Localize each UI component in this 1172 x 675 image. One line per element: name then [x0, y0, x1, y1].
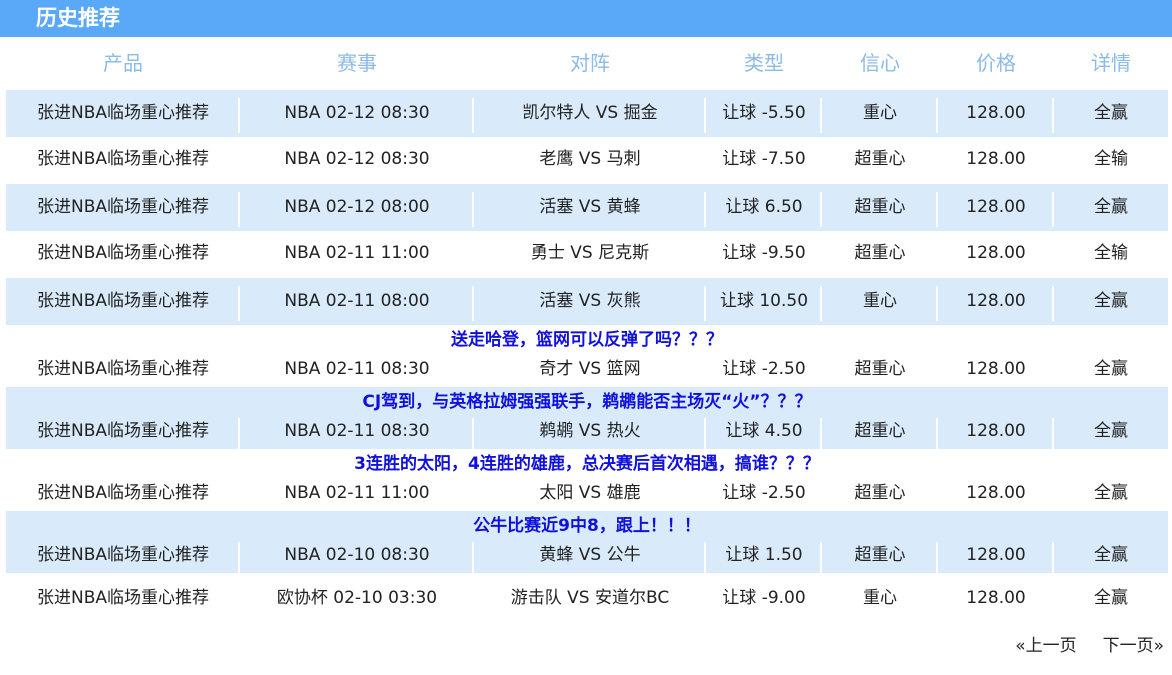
confidence-cell: 超重心 [822, 184, 938, 231]
event-cell: NBA 02-11 08:00 [240, 278, 474, 325]
confidence-cell: 超重心 [854, 243, 906, 263]
type-cell: 让球 -7.50 [722, 149, 806, 169]
confidence-cell: 超重心 [854, 359, 906, 379]
product-cell[interactable]: 张进NBA临场重心推荐 [6, 538, 240, 573]
confidence-cell: 超重心 [854, 149, 906, 169]
table-row-with-note[interactable]: 3连胜的太阳，4连胜的雄鹿，总决赛后首次相遇，搞谁？？？ 张进NBA临场重心推荐… [6, 449, 1168, 511]
type-cell: 让球 -2.50 [722, 483, 806, 503]
match-cell: 太阳 VS 雄鹿 [539, 483, 641, 503]
confidence-cell: 重心 [822, 278, 938, 325]
column-header-detail: 详情 [1091, 51, 1131, 75]
confidence-cell: 超重心 [822, 538, 938, 573]
product-cell[interactable]: 张进NBA临场重心推荐 [6, 90, 240, 137]
pagination: «上一页 下一页» [1015, 631, 1164, 656]
confidence-cell: 超重心 [854, 483, 906, 503]
price-cell: 128.00 [966, 588, 1026, 608]
product-cell[interactable]: 张进NBA临场重心推荐 [6, 278, 240, 325]
type-cell: 让球 4.50 [706, 414, 822, 449]
detail-cell[interactable]: 全赢 [1054, 352, 1168, 387]
detail-cell[interactable]: 全输 [1054, 137, 1168, 184]
product-cell[interactable]: 张进NBA临场重心推荐 [6, 231, 240, 278]
type-cell: 让球 -5.50 [706, 90, 822, 137]
event-cell: NBA 02-12 08:30 [284, 149, 430, 169]
price-cell: 128.00 [938, 278, 1054, 325]
confidence-cell: 超重心 [822, 414, 938, 449]
event-cell: 欧协杯 02-10 03:30 [276, 588, 438, 608]
table-row[interactable]: 张进NBA临场重心推荐 欧协杯 02-10 03:30 游击队 VS 安道尔BC… [6, 573, 1168, 623]
table-row-with-note[interactable]: 公牛比赛近9中8，跟上！！！ 张进NBA临场重心推荐 NBA 02-10 08:… [6, 511, 1168, 573]
type-cell: 让球 -9.00 [722, 588, 806, 608]
price-cell: 128.00 [938, 414, 1054, 449]
match-cell: 黄蜂 VS 公牛 [474, 538, 706, 573]
recommendation-note[interactable]: 公牛比赛近9中8，跟上！！！ [6, 514, 1168, 538]
table-row-with-note[interactable]: 送走哈登，篮网可以反弹了吗？？？ 张进NBA临场重心推荐 NBA 02-11 0… [6, 325, 1168, 387]
event-cell: NBA 02-11 08:30 [240, 414, 474, 449]
prev-page-link[interactable]: «上一页 [1015, 636, 1076, 656]
recommendation-note[interactable]: 3连胜的太阳，4连胜的雄鹿，总决赛后首次相遇，搞谁？？？ [6, 452, 1168, 476]
next-page-link[interactable]: 下一页» [1103, 636, 1164, 656]
type-cell: 让球 -2.50 [722, 359, 806, 379]
type-cell: 让球 -9.50 [722, 243, 806, 263]
page-header: 历史推荐 [0, 0, 1172, 37]
price-cell: 128.00 [966, 149, 1026, 169]
product-cell[interactable]: 张进NBA临场重心推荐 [6, 573, 240, 623]
price-cell: 128.00 [966, 483, 1026, 503]
match-cell: 老鹰 VS 马刺 [539, 149, 641, 169]
detail-cell[interactable]: 全输 [1054, 231, 1168, 278]
product-cell[interactable]: 张进NBA临场重心推荐 [6, 414, 240, 449]
type-cell: 让球 1.50 [706, 538, 822, 573]
table-row[interactable]: 张进NBA临场重心推荐 NBA 02-12 08:30 凯尔特人 VS 掘金 让… [6, 90, 1168, 137]
match-cell: 鹈鹕 VS 热火 [474, 414, 706, 449]
match-cell: 凯尔特人 VS 掘金 [474, 90, 706, 137]
match-cell: 活塞 VS 灰熊 [474, 278, 706, 325]
price-cell: 128.00 [966, 359, 1026, 379]
detail-cell[interactable]: 全赢 [1054, 476, 1168, 511]
type-cell: 让球 10.50 [706, 278, 822, 325]
event-cell: NBA 02-10 08:30 [240, 538, 474, 573]
column-header-type: 类型 [744, 51, 784, 75]
price-cell: 128.00 [938, 184, 1054, 231]
detail-cell[interactable]: 全赢 [1054, 414, 1168, 449]
detail-cell[interactable]: 全赢 [1054, 573, 1168, 623]
event-cell: NBA 02-11 11:00 [284, 243, 430, 263]
column-header-event: 赛事 [337, 51, 377, 75]
product-cell[interactable]: 张进NBA临场重心推荐 [6, 184, 240, 231]
event-cell: NBA 02-12 08:30 [240, 90, 474, 137]
confidence-cell: 重心 [822, 90, 938, 137]
match-cell: 活塞 VS 黄蜂 [474, 184, 706, 231]
table-header: 产品 赛事 对阵 类型 信心 价格 详情 [6, 37, 1168, 90]
product-cell[interactable]: 张进NBA临场重心推荐 [6, 137, 240, 184]
table-row[interactable]: 张进NBA临场重心推荐 NBA 02-12 08:00 活塞 VS 黄蜂 让球 … [6, 184, 1168, 231]
history-table: 产品 赛事 对阵 类型 信心 价格 详情 张进NBA临场重心推荐 NBA 02-… [6, 37, 1168, 623]
detail-cell[interactable]: 全赢 [1054, 184, 1168, 231]
detail-cell[interactable]: 全赢 [1054, 90, 1168, 137]
confidence-cell: 重心 [863, 588, 897, 608]
match-cell: 奇才 VS 篮网 [539, 359, 641, 379]
price-cell: 128.00 [938, 90, 1054, 137]
detail-cell[interactable]: 全赢 [1054, 278, 1168, 325]
event-cell: NBA 02-11 11:00 [284, 483, 430, 503]
detail-cell[interactable]: 全赢 [1054, 538, 1168, 573]
column-header-confidence: 信心 [860, 51, 900, 75]
page-title: 历史推荐 [36, 6, 120, 30]
column-header-price: 价格 [976, 51, 1016, 75]
price-cell: 128.00 [966, 243, 1026, 263]
table-row[interactable]: 张进NBA临场重心推荐 NBA 02-12 08:30 老鹰 VS 马刺 让球 … [6, 137, 1168, 184]
recommendation-note[interactable]: 送走哈登，篮网可以反弹了吗？？？ [6, 328, 1168, 352]
event-cell: NBA 02-11 08:30 [284, 359, 430, 379]
table-row[interactable]: 张进NBA临场重心推荐 NBA 02-11 08:00 活塞 VS 灰熊 让球 … [6, 278, 1168, 325]
match-cell: 游击队 VS 安道尔BC [510, 588, 670, 608]
column-header-product: 产品 [103, 51, 143, 75]
recommendation-note[interactable]: CJ驾到，与英格拉姆强强联手，鹈鹕能否主场灭“火”？？？ [6, 390, 1168, 414]
product-cell[interactable]: 张进NBA临场重心推荐 [6, 476, 240, 511]
match-cell: 勇士 VS 尼克斯 [530, 243, 650, 263]
event-cell: NBA 02-12 08:00 [240, 184, 474, 231]
type-cell: 让球 6.50 [706, 184, 822, 231]
price-cell: 128.00 [938, 538, 1054, 573]
column-header-match: 对阵 [570, 51, 610, 75]
product-cell[interactable]: 张进NBA临场重心推荐 [6, 352, 240, 387]
table-row-with-note[interactable]: CJ驾到，与英格拉姆强强联手，鹈鹕能否主场灭“火”？？？ 张进NBA临场重心推荐… [6, 387, 1168, 449]
table-row[interactable]: 张进NBA临场重心推荐 NBA 02-11 11:00 勇士 VS 尼克斯 让球… [6, 231, 1168, 278]
